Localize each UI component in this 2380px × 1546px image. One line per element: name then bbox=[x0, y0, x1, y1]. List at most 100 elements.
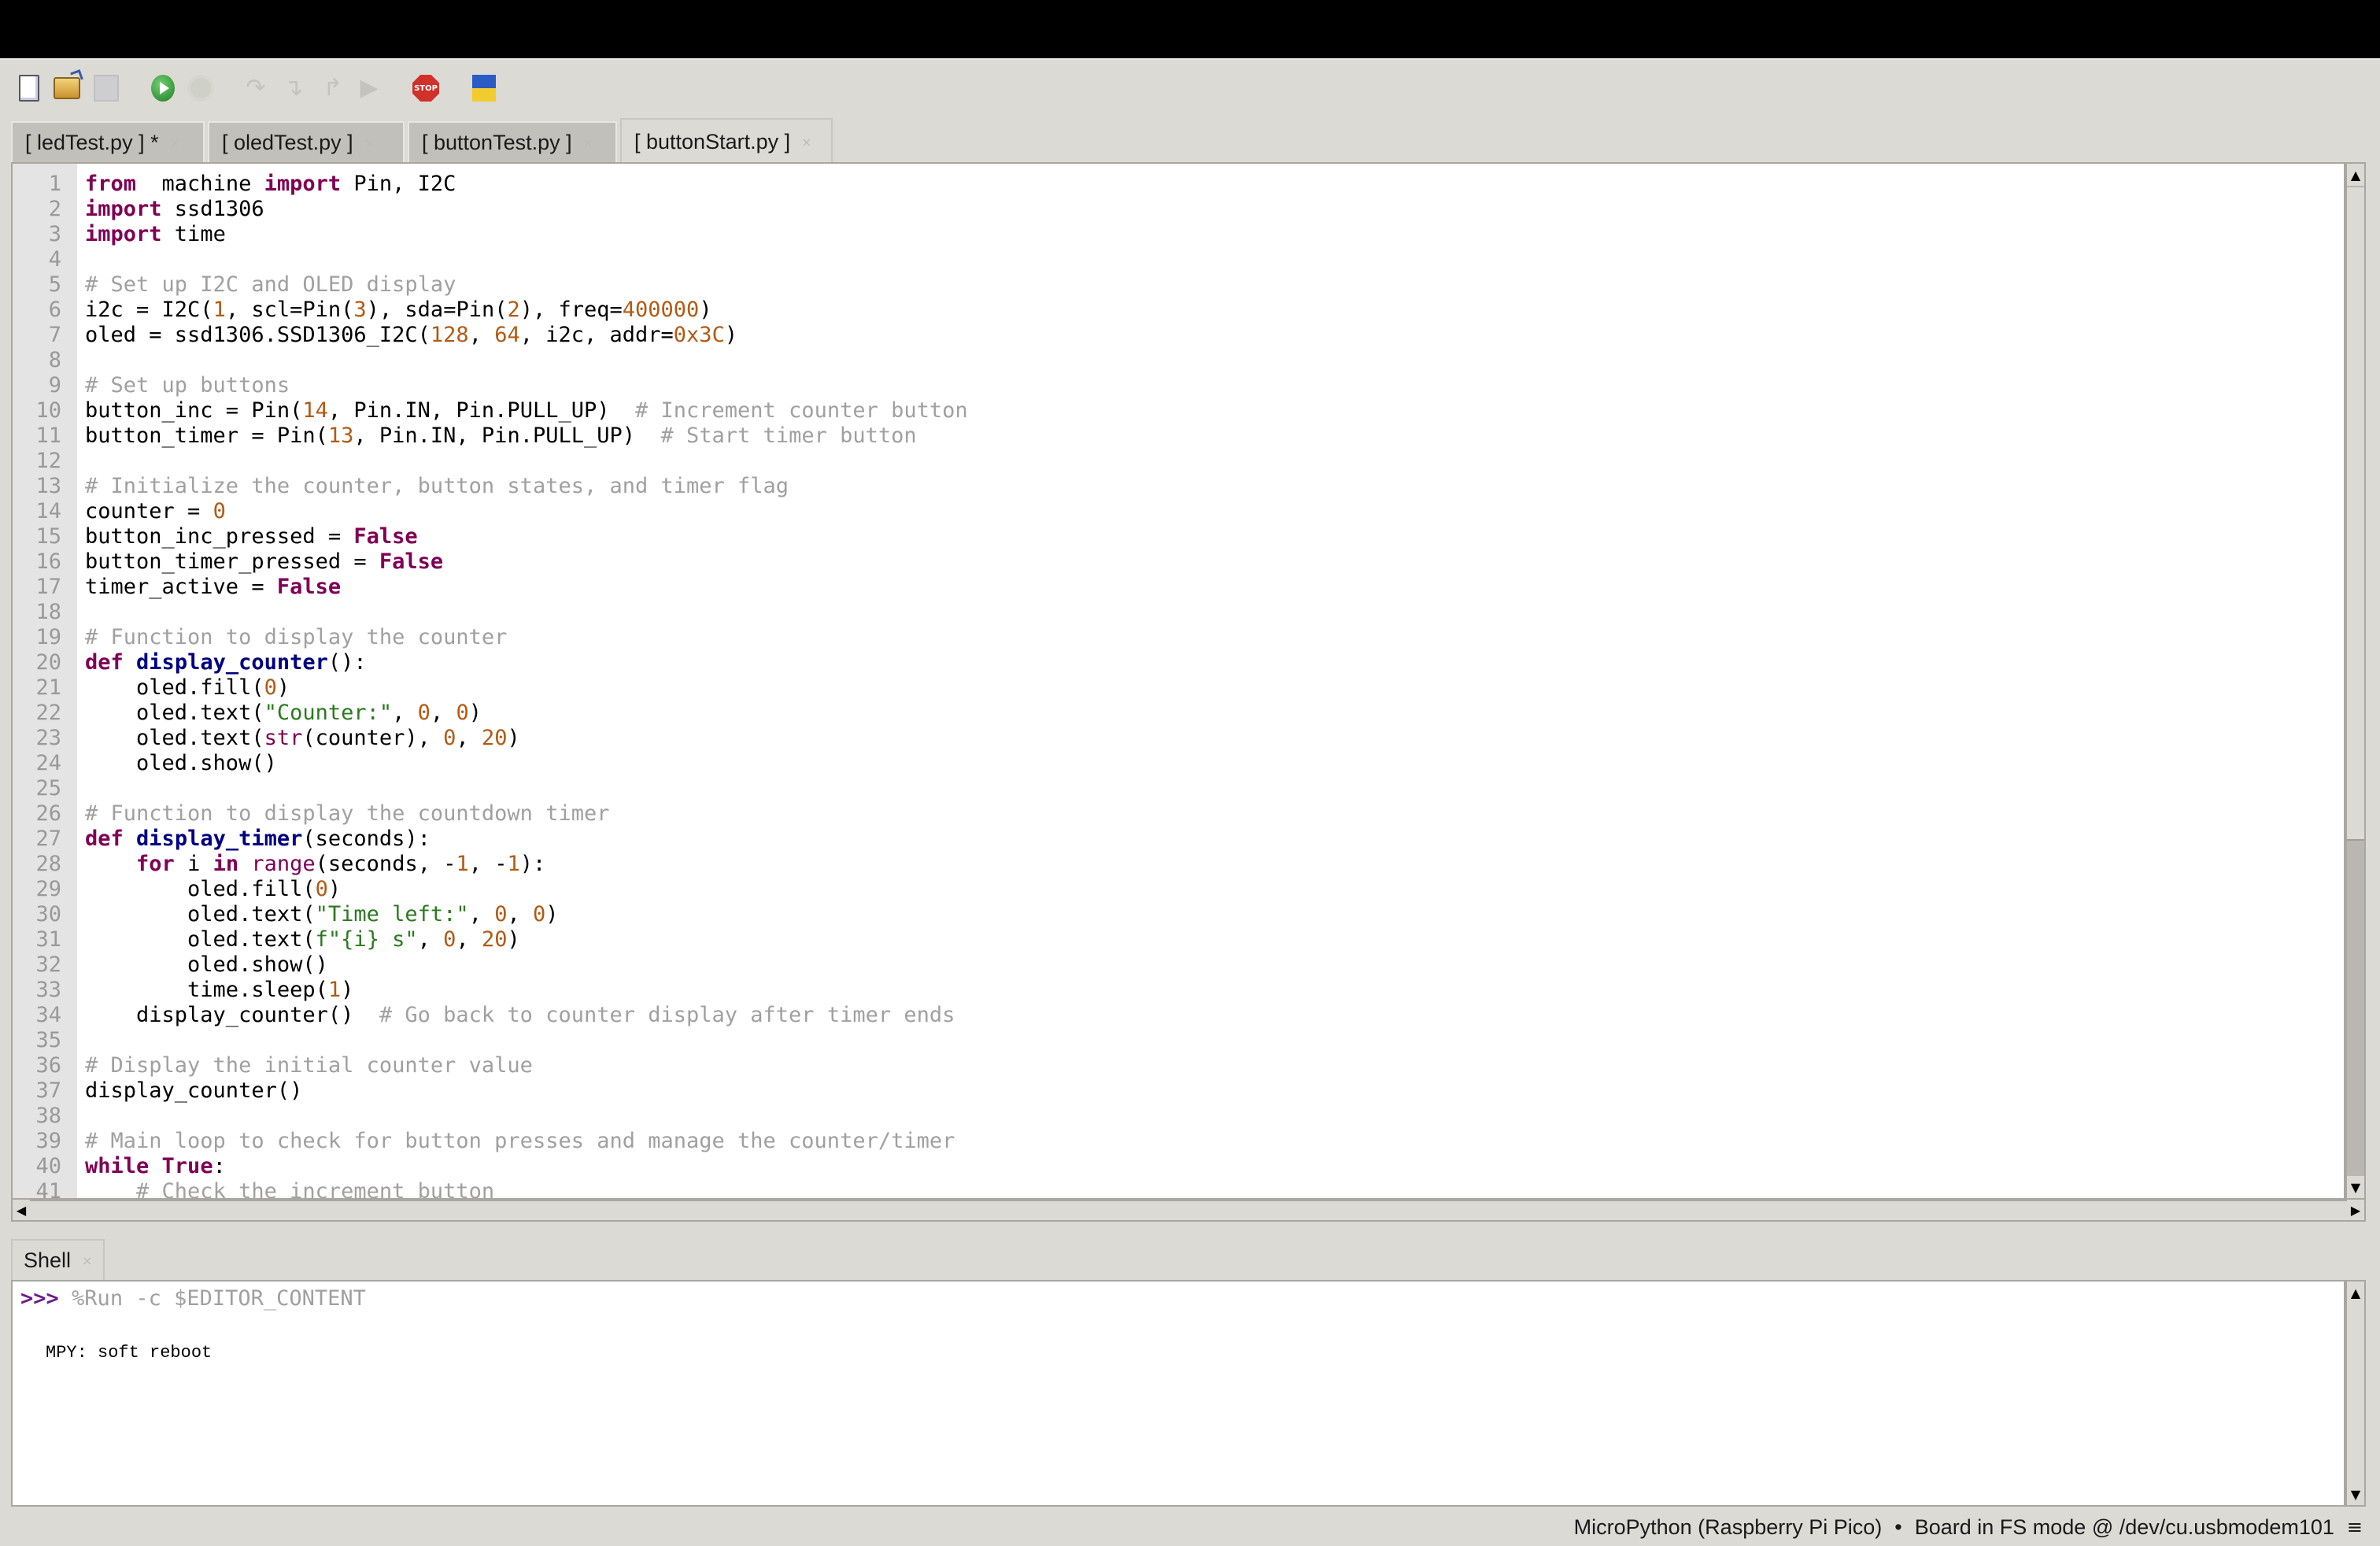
code-line[interactable]: 11 button_timer = Pin(13, Pin.IN, Pin.PUL… bbox=[13, 423, 2344, 449]
scroll-left-icon[interactable]: ◀ bbox=[13, 1200, 30, 1220]
code-line[interactable]: 34 display_counter() # Go back to counte… bbox=[13, 1003, 2344, 1028]
code-line[interactable]: 40 while True: bbox=[13, 1154, 2344, 1179]
code-line[interactable]: 32 oled.show() bbox=[13, 952, 2344, 978]
line-number: 22 bbox=[35, 701, 61, 725]
code-line[interactable]: 33 time.sleep(1) bbox=[13, 978, 2344, 1003]
code-line[interactable]: 22 oled.text("Counter:", 0, 0) bbox=[13, 701, 2344, 726]
code-token: 2 bbox=[507, 298, 520, 322]
run-button[interactable] bbox=[150, 74, 176, 102]
tab-shell[interactable]: Shell × bbox=[11, 1239, 105, 1280]
open-file-button[interactable] bbox=[54, 74, 80, 102]
tab-ledtest[interactable]: [ ledTest.py ] * × bbox=[11, 121, 205, 162]
tab-buttontest[interactable]: [ buttonTest.py ] × bbox=[408, 121, 617, 162]
code-line[interactable]: 6 i2c = I2C(1, scl=Pin(3), sda=Pin(2), fr… bbox=[13, 298, 2344, 323]
code-line[interactable]: 3 import time bbox=[13, 222, 2344, 247]
code-token: ) bbox=[724, 323, 738, 347]
stop-button[interactable]: STOP bbox=[412, 74, 439, 102]
tab-buttonstart[interactable]: [ buttonStart.py ] × bbox=[620, 118, 833, 164]
code-line[interactable]: 24 oled.show() bbox=[13, 751, 2344, 776]
ukraine-flag-button[interactable] bbox=[471, 74, 497, 102]
close-icon[interactable]: × bbox=[82, 1253, 92, 1268]
code-line[interactable]: 13 # Initialize the counter, button state… bbox=[13, 474, 2344, 499]
editor-vertical-scrollbar[interactable]: ▲ ▼ bbox=[2345, 162, 2366, 1200]
code-token: for bbox=[136, 852, 175, 876]
close-icon[interactable]: × bbox=[801, 135, 811, 150]
code-token: # Increment counter button bbox=[635, 398, 968, 423]
close-icon[interactable]: × bbox=[364, 135, 375, 150]
code-line[interactable]: 7 oled = ssd1306.SSD1306_I2C(128, 64, i2c… bbox=[13, 323, 2344, 348]
code-line[interactable]: 41 # Check the increment button bbox=[13, 1179, 2344, 1198]
code-line[interactable]: 26 # Function to display the countdown ti… bbox=[13, 801, 2344, 827]
scroll-up-icon[interactable]: ▲ bbox=[2347, 164, 2364, 186]
code-line[interactable]: 17 timer_active = False bbox=[13, 575, 2344, 600]
code-line[interactable]: 21 oled.fill(0) bbox=[13, 675, 2344, 701]
code-line[interactable]: 38 bbox=[13, 1104, 2344, 1129]
code-line[interactable]: 36 # Display the initial counter value bbox=[13, 1053, 2344, 1078]
code-line[interactable]: 35 bbox=[13, 1028, 2344, 1053]
code-line[interactable]: 31 oled.text(f"{i} s", 0, 20) bbox=[13, 927, 2344, 952]
code-line[interactable]: 1 from machine import Pin, I2C bbox=[13, 172, 2344, 197]
shell-vertical-scrollbar[interactable]: ▲ ▼ bbox=[2345, 1280, 2366, 1507]
code-token: , bbox=[468, 902, 495, 926]
line-number: 4 bbox=[48, 247, 61, 272]
code-token: 128 bbox=[430, 323, 469, 347]
close-icon[interactable]: × bbox=[583, 135, 593, 150]
code-token: ), freq= bbox=[519, 298, 623, 322]
scroll-up-icon[interactable]: ▲ bbox=[2347, 1282, 2364, 1304]
code-token: "Counter:" bbox=[264, 701, 393, 725]
code-line[interactable]: 30 oled.text("Time left:", 0, 0) bbox=[13, 902, 2344, 927]
new-file-icon bbox=[19, 75, 39, 102]
code-line[interactable]: 28 for i in range(seconds, -1, -1): bbox=[13, 852, 2344, 877]
close-icon[interactable]: × bbox=[170, 135, 180, 150]
code-line[interactable]: 12 bbox=[13, 449, 2344, 474]
code-token: (seconds, - bbox=[315, 852, 456, 876]
step-out-button[interactable]: ↱ bbox=[320, 74, 346, 102]
code-line[interactable]: 25 bbox=[13, 776, 2344, 801]
tab-oledtest[interactable]: [ oledTest.py ] × bbox=[208, 121, 405, 162]
shell-console[interactable]: >>> %Run -c $EDITOR_CONTENT MPY: soft re… bbox=[11, 1280, 2345, 1507]
code-line[interactable]: 23 oled.text(str(counter), 0, 20) bbox=[13, 726, 2344, 751]
resume-button[interactable]: ▶ bbox=[356, 74, 382, 102]
scroll-down-icon[interactable]: ▼ bbox=[2347, 1483, 2364, 1505]
debug-button[interactable] bbox=[187, 74, 214, 102]
open-file-icon bbox=[54, 77, 80, 99]
code-line[interactable]: 10 button_inc = Pin(14, Pin.IN, Pin.PULL_… bbox=[13, 398, 2344, 423]
code-line[interactable]: 9 # Set up buttons bbox=[13, 373, 2344, 398]
code-editor[interactable]: 1 from machine import Pin, I2C 2 import ssd… bbox=[11, 162, 2345, 1200]
menu-icon[interactable]: ≡ bbox=[2347, 1516, 2363, 1538]
code-token: 1 bbox=[456, 852, 469, 876]
code-token: 14 bbox=[302, 398, 328, 423]
code-line[interactable]: 16 button_timer_pressed = False bbox=[13, 549, 2344, 575]
code-line[interactable]: 5 # Set up I2C and OLED display bbox=[13, 272, 2344, 298]
code-area[interactable]: 1 from machine import Pin, I2C 2 import ssd… bbox=[13, 172, 2344, 1198]
code-line[interactable]: 20 def display_counter(): bbox=[13, 650, 2344, 675]
code-line[interactable]: 8 bbox=[13, 348, 2344, 373]
code-line[interactable]: 27 def display_timer(seconds): bbox=[13, 827, 2344, 852]
scroll-right-icon[interactable]: ▶ bbox=[2347, 1200, 2364, 1220]
code-token: # Main loop to check for button presses … bbox=[85, 1129, 955, 1153]
code-line[interactable]: 37 display_counter() bbox=[13, 1078, 2344, 1104]
line-number: 32 bbox=[35, 952, 61, 977]
line-text: # Main loop to check for button presses … bbox=[61, 1129, 955, 1154]
save-button[interactable] bbox=[93, 74, 120, 102]
code-token: ), sda=Pin( bbox=[366, 298, 508, 322]
new-file-button[interactable] bbox=[16, 74, 42, 102]
line-text: timer_active = False bbox=[61, 575, 341, 600]
code-line[interactable]: 15 button_inc_pressed = False bbox=[13, 524, 2344, 549]
code-line[interactable]: 14 counter = 0 bbox=[13, 499, 2344, 524]
code-line[interactable]: 18 bbox=[13, 600, 2344, 625]
code-line[interactable]: 19 # Function to display the counter bbox=[13, 625, 2344, 650]
scrollbar-thumb[interactable] bbox=[2347, 187, 2364, 841]
code-token: 0 bbox=[456, 701, 469, 725]
run-icon bbox=[151, 75, 175, 102]
interpreter-label[interactable]: MicroPython (Raspberry Pi Pico) bbox=[1574, 1515, 1883, 1540]
step-into-button[interactable]: ↴ bbox=[280, 74, 307, 102]
code-token: import bbox=[264, 172, 342, 196]
code-line[interactable]: 2 import ssd1306 bbox=[13, 197, 2344, 222]
code-line[interactable]: 4 bbox=[13, 247, 2344, 272]
step-over-button[interactable]: ↷ bbox=[242, 74, 269, 102]
code-line[interactable]: 39 # Main loop to check for button presse… bbox=[13, 1129, 2344, 1154]
code-line[interactable]: 29 oled.fill(0) bbox=[13, 877, 2344, 902]
scroll-down-icon[interactable]: ▼ bbox=[2347, 1176, 2364, 1198]
editor-horizontal-scrollbar[interactable]: ◀ ▶ bbox=[11, 1200, 2366, 1222]
